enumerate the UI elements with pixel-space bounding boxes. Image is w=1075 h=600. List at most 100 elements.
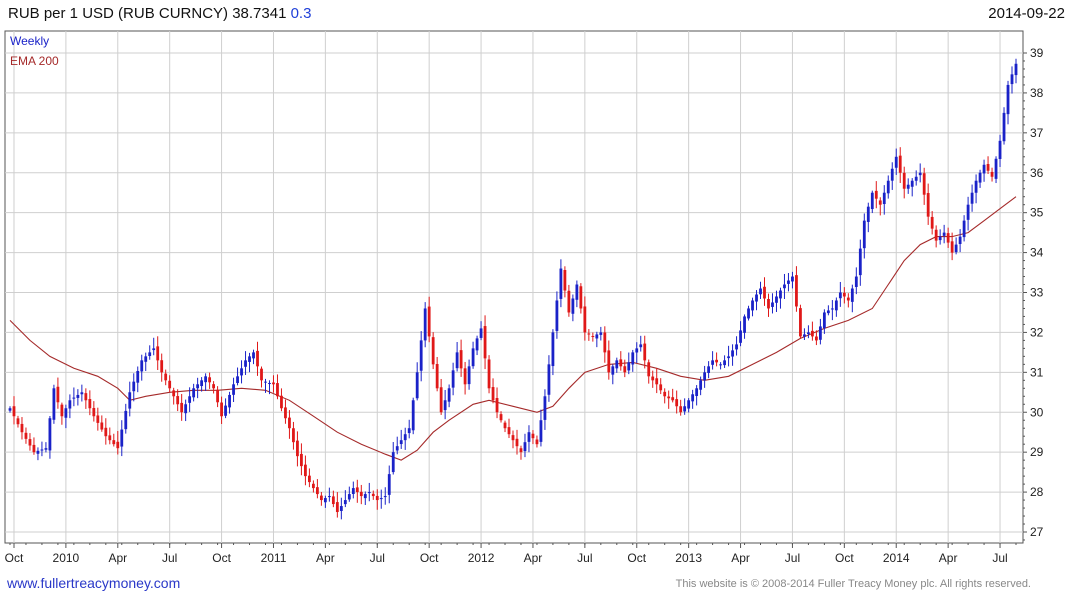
- candle-body: [108, 435, 112, 441]
- y-tick-label: 30: [1030, 405, 1044, 419]
- candle-body: [68, 400, 72, 409]
- candle-body: [898, 155, 902, 173]
- candle-body: [962, 220, 966, 238]
- candle-body: [998, 140, 1002, 159]
- candle-body: [703, 372, 707, 381]
- candle-body: [132, 381, 136, 392]
- candle-body: [419, 340, 423, 371]
- candle-body: [635, 348, 639, 353]
- candle-body: [148, 352, 152, 357]
- candle-body: [276, 383, 279, 397]
- candle-body: [667, 396, 671, 399]
- candle-body: [575, 284, 579, 300]
- candle-body: [735, 344, 738, 350]
- candle-body: [272, 382, 275, 385]
- candle-body: [423, 308, 427, 341]
- y-tick-label: 36: [1030, 166, 1044, 180]
- candle-body: [216, 389, 219, 403]
- candle-body: [451, 370, 455, 388]
- candle-body: [974, 180, 978, 193]
- candle-body: [427, 306, 431, 337]
- candle-body: [116, 441, 120, 449]
- candle-body: [327, 496, 331, 498]
- candle-body: [463, 368, 467, 385]
- candle-body: [347, 494, 351, 500]
- candle-body: [862, 220, 866, 249]
- candle-body: [539, 420, 543, 442]
- site-link[interactable]: www.fullertreacymoney.com: [7, 575, 180, 591]
- candle: [431, 332, 435, 370]
- candle-body: [180, 402, 184, 413]
- candle-body: [260, 368, 263, 381]
- candle-body: [12, 406, 16, 417]
- y-tick-label: 32: [1030, 325, 1044, 339]
- candle-body: [507, 427, 511, 435]
- candle-body: [395, 446, 399, 451]
- candle-body: [731, 350, 734, 357]
- candle-body: [1006, 84, 1010, 115]
- candle-body: [846, 297, 850, 301]
- candle-body: [579, 286, 583, 309]
- candle-body: [771, 302, 774, 307]
- candle-body: [120, 429, 124, 447]
- candle-body: [128, 392, 132, 409]
- candle-body: [252, 352, 255, 359]
- candle-body: [858, 248, 862, 276]
- candle-body: [315, 487, 319, 495]
- candle-body: [679, 406, 683, 413]
- candle-body: [48, 418, 52, 451]
- candle-body: [144, 356, 148, 362]
- candle-body: [308, 475, 311, 483]
- candle-body: [599, 332, 603, 335]
- candle-body: [403, 434, 407, 441]
- candle-body: [292, 428, 295, 443]
- candle-body: [747, 308, 750, 319]
- candle-body: [978, 172, 982, 183]
- x-tick-label: 2014: [883, 551, 910, 565]
- candle-body: [803, 334, 806, 337]
- candle-body: [499, 414, 503, 421]
- y-tick-label: 35: [1030, 206, 1044, 220]
- candle-body: [854, 276, 858, 287]
- candle-body: [799, 308, 802, 337]
- candle-body: [84, 393, 88, 401]
- candle-body: [44, 448, 48, 450]
- candle-body: [407, 428, 411, 434]
- candle-body: [775, 296, 778, 303]
- candle-body: [727, 356, 730, 359]
- candle-body: [922, 173, 926, 195]
- candle-body: [818, 326, 822, 340]
- candle-body: [36, 450, 40, 454]
- candle-body: [212, 384, 215, 389]
- candle-body: [511, 435, 515, 441]
- candle-body: [958, 236, 962, 244]
- candle: [799, 304, 802, 339]
- candle-body: [280, 395, 283, 409]
- candle-body: [359, 491, 363, 497]
- y-tick-label: 31: [1030, 365, 1044, 379]
- candle-body: [874, 190, 878, 199]
- candle-body: [200, 380, 204, 387]
- candle-body: [96, 415, 100, 423]
- candle-body: [807, 332, 810, 335]
- candle-body: [375, 495, 379, 501]
- y-tick-label: 27: [1030, 525, 1044, 539]
- candle-body: [643, 343, 647, 361]
- candle-body: [763, 286, 766, 299]
- candle-body: [204, 376, 208, 383]
- candle-body: [284, 407, 287, 419]
- y-tick-label: 29: [1030, 445, 1044, 459]
- candle-body: [611, 366, 615, 375]
- candle-body: [112, 440, 116, 445]
- candle-body: [8, 408, 12, 411]
- x-tick-label: Apr: [108, 551, 127, 565]
- candle-body: [627, 362, 631, 371]
- candle-body: [886, 180, 890, 194]
- x-tick-label: 2011: [261, 551, 287, 565]
- candle-body: [371, 493, 375, 497]
- candle-body: [850, 288, 854, 302]
- y-tick-label: 34: [1030, 246, 1044, 260]
- x-tick-label: Jul: [162, 551, 177, 565]
- candle-body: [890, 168, 894, 181]
- candle-body: [555, 300, 559, 331]
